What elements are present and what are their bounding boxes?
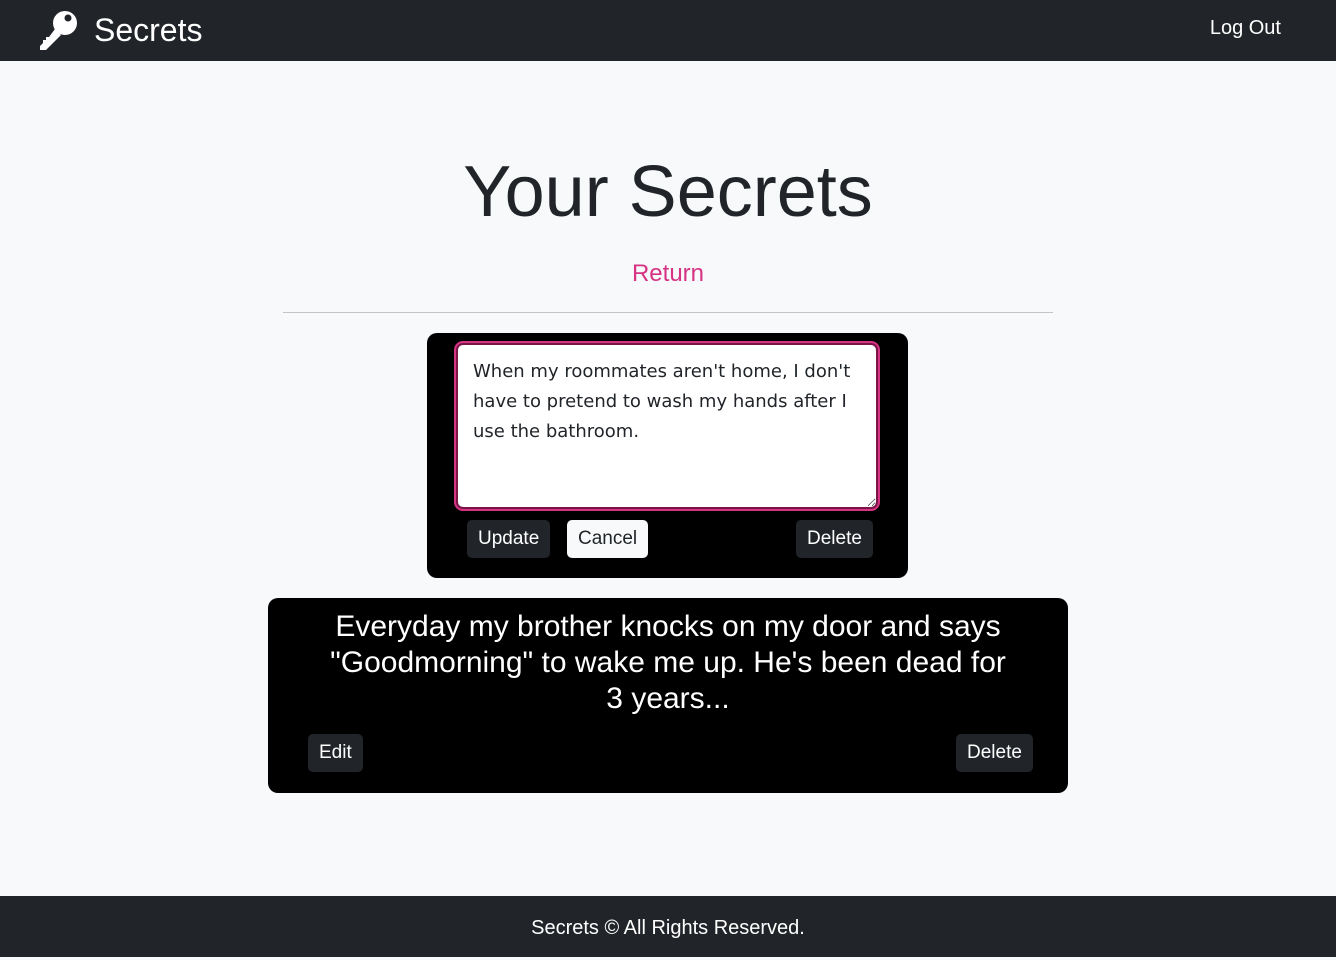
key-icon xyxy=(37,9,79,51)
secret-textarea[interactable]: When my roommates aren't home, I don't h… xyxy=(454,341,880,511)
return-container: Return xyxy=(0,259,1336,289)
secret-card: Everyday my brother knocks on my door an… xyxy=(268,598,1068,793)
footer: Secrets © All Rights Reserved. xyxy=(0,896,1336,957)
page-title: Your Secrets xyxy=(463,152,873,232)
update-button[interactable]: Update xyxy=(467,520,551,558)
logout-link[interactable]: Log Out xyxy=(1210,17,1281,40)
edit-button[interactable]: Edit xyxy=(308,734,363,772)
navbar: Secrets Log Out xyxy=(0,0,1336,61)
return-link[interactable]: Return xyxy=(632,260,704,287)
brand-link[interactable]: Secrets xyxy=(37,8,202,52)
footer-text: Secrets © All Rights Reserved. xyxy=(531,917,805,939)
delete-button[interactable]: Delete xyxy=(956,734,1033,772)
delete-button[interactable]: Delete xyxy=(796,520,873,558)
brand-name: Secrets xyxy=(94,12,203,48)
secret-text: Everyday my brother knocks on my door an… xyxy=(330,610,1006,715)
edit-secret-card: When my roommates aren't home, I don't h… xyxy=(427,333,908,578)
divider xyxy=(283,312,1053,313)
cancel-button[interactable]: Cancel xyxy=(567,520,649,558)
